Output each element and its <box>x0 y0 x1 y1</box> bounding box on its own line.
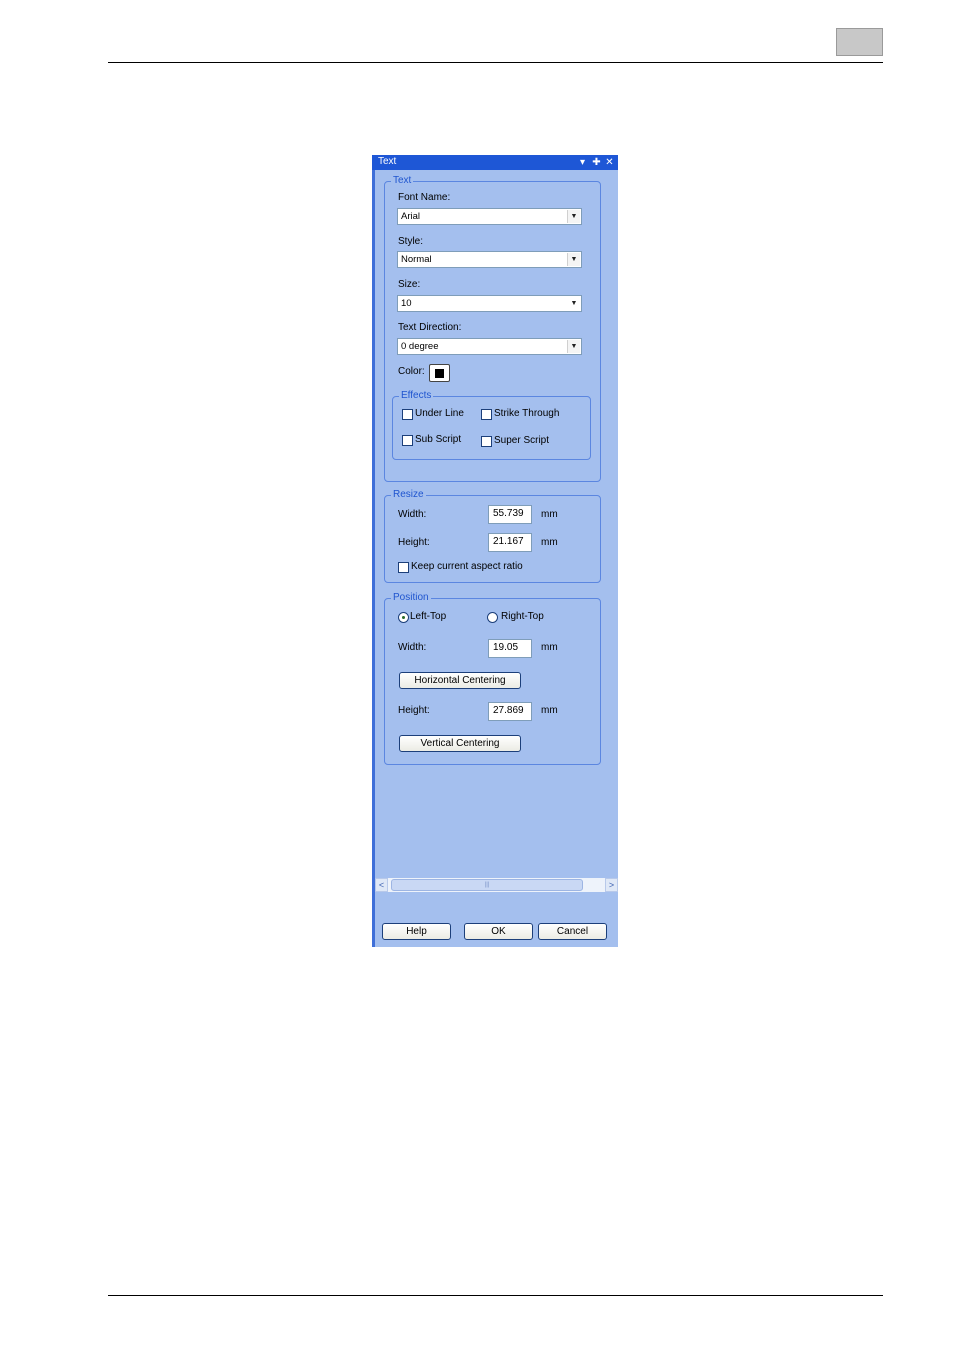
chapter-tab <box>836 28 883 56</box>
panel-left-edge <box>372 170 375 947</box>
resize-height-input[interactable]: 21.167 <box>488 533 532 552</box>
strike-through-label: Strike Through <box>494 408 560 419</box>
size-combo[interactable]: 10 ▼ <box>397 295 582 312</box>
position-width-label: Width: <box>398 642 427 653</box>
panel-title: Text <box>378 156 397 167</box>
page-header-rule <box>108 62 883 63</box>
text-direction-value: 0 degree <box>401 341 439 352</box>
chevron-down-icon[interactable]: ▼ <box>567 253 580 266</box>
font-name-value: Arial <box>401 211 421 222</box>
position-width-unit: mm <box>541 642 558 653</box>
font-name-label: Font Name: <box>398 192 451 203</box>
style-value: Normal <box>401 254 432 265</box>
horizontal-scrollbar[interactable]: < ||| > <box>375 878 618 892</box>
style-combo[interactable]: Normal ▼ <box>397 251 582 268</box>
position-height-unit: mm <box>541 705 558 716</box>
scroll-left-icon[interactable]: < <box>375 878 388 892</box>
strike-through-checkbox[interactable] <box>481 409 492 420</box>
style-label: Style: <box>398 236 424 247</box>
text-properties-panel: Text ▾ ✚ ✕ Text Font Name: Arial ▼ Style… <box>372 155 618 947</box>
dropdown-menu-icon[interactable]: ▾ <box>577 155 588 170</box>
position-height-input[interactable]: 27.869 <box>488 702 532 721</box>
effects-group: Effects <box>392 390 591 460</box>
vertical-centering-button[interactable]: Vertical Centering <box>399 735 521 752</box>
close-icon[interactable]: ✕ <box>604 155 615 170</box>
text-group-legend: Text <box>391 175 414 187</box>
caret-down-icon[interactable]: ▼ <box>568 297 580 310</box>
size-value: 10 <box>401 298 412 309</box>
text-direction-combo[interactable]: 0 degree ▼ <box>397 338 582 355</box>
resize-height-unit: mm <box>541 537 558 548</box>
right-top-radio[interactable] <box>487 612 498 623</box>
ok-button[interactable]: OK <box>464 923 533 940</box>
keep-aspect-label: Keep current aspect ratio <box>411 561 523 572</box>
left-top-radio[interactable] <box>398 612 409 623</box>
resize-width-label: Width: <box>398 509 427 520</box>
super-script-checkbox[interactable] <box>481 436 492 447</box>
size-label: Size: <box>398 279 421 290</box>
color-label: Color: <box>398 366 425 377</box>
left-top-label: Left-Top <box>410 611 447 622</box>
super-script-label: Super Script <box>494 435 550 446</box>
panel-titlebar: Text ▾ ✚ ✕ <box>372 155 618 170</box>
resize-height-label: Height: <box>398 537 430 548</box>
resize-width-unit: mm <box>541 509 558 520</box>
sub-script-label: Sub Script <box>415 434 462 445</box>
position-height-label: Height: <box>398 705 430 716</box>
resize-group-legend: Resize <box>391 489 426 501</box>
scroll-right-icon[interactable]: > <box>605 878 618 892</box>
resize-width-input[interactable]: 55.739 <box>488 505 532 524</box>
color-picker-button[interactable] <box>429 364 450 382</box>
sub-script-checkbox[interactable] <box>402 435 413 446</box>
under-line-label: Under Line <box>415 408 464 419</box>
keep-aspect-checkbox[interactable] <box>398 562 409 573</box>
position-width-input[interactable]: 19.05 <box>488 639 532 658</box>
effects-group-legend: Effects <box>399 390 434 402</box>
scrollbar-thumb[interactable]: ||| <box>391 879 583 891</box>
chevron-down-icon[interactable]: ▼ <box>567 210 580 223</box>
help-button[interactable]: Help <box>382 923 451 940</box>
pin-icon[interactable]: ✚ <box>591 155 602 170</box>
cancel-button[interactable]: Cancel <box>538 923 607 940</box>
under-line-checkbox[interactable] <box>402 409 413 420</box>
position-group-legend: Position <box>391 592 431 604</box>
chevron-down-icon[interactable]: ▼ <box>567 340 580 353</box>
right-top-label: Right-Top <box>501 611 544 622</box>
horizontal-centering-button[interactable]: Horizontal Centering <box>399 672 521 689</box>
radio-selected-dot <box>402 616 405 619</box>
color-swatch <box>435 369 444 378</box>
font-name-combo[interactable]: Arial ▼ <box>397 208 582 225</box>
page-footer-rule <box>108 1295 883 1296</box>
text-direction-label: Text Direction: <box>398 322 462 333</box>
